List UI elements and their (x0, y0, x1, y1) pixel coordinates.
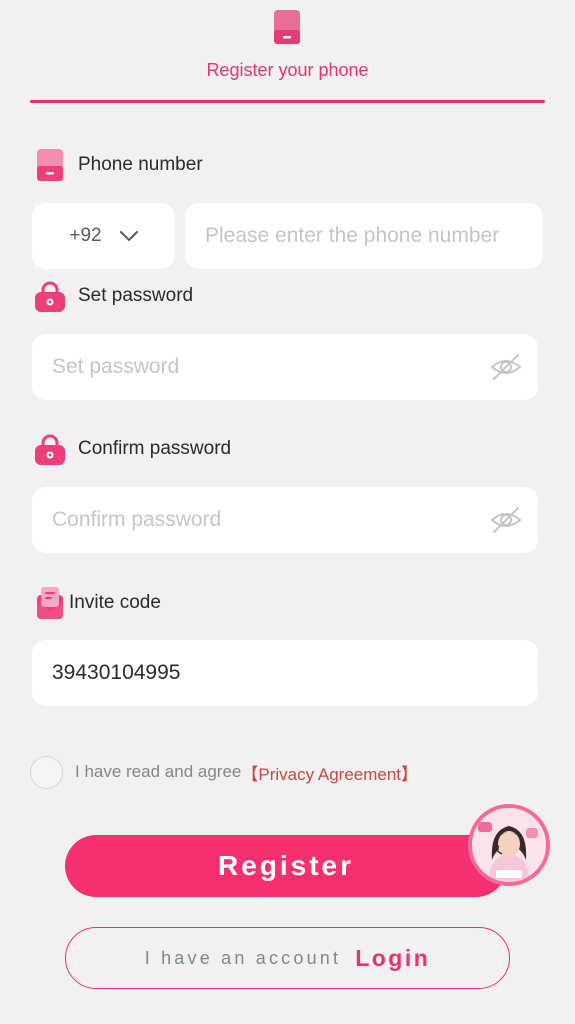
chevron-down-icon (119, 231, 138, 241)
password-input-box (32, 334, 538, 400)
country-code: +92 (69, 225, 102, 246)
lock-icon (35, 434, 65, 465)
privacy-agreement-link[interactable]: 【Privacy Agreement】 (241, 760, 418, 785)
confirm-password-input[interactable] (32, 508, 538, 532)
register-page: Register your phone Phone number +92 Ple… (0, 0, 575, 1024)
login-button[interactable]: I have an account Login (65, 927, 510, 989)
confirm-password-label: Confirm password (78, 438, 232, 459)
invite-label: Invite code (69, 592, 161, 613)
confirm-password-label-row: Confirm password (34, 431, 231, 467)
tab-underline (30, 100, 545, 103)
register-button[interactable]: Register (65, 835, 507, 897)
support-agent-icon (472, 808, 546, 882)
agreement-text: I have read and agree (75, 762, 242, 781)
phone-input-box (185, 203, 543, 269)
agreement-row: I have read and agree 【Privacy Agreement… (30, 755, 418, 789)
password-label: Set password (78, 285, 194, 306)
phone-icon (274, 10, 300, 44)
invite-icon (37, 587, 63, 619)
password-label-row: Set password (34, 278, 193, 314)
have-account-text: I have an account (144, 947, 342, 968)
password-input[interactable] (32, 355, 538, 379)
phone-label: Phone number (78, 154, 203, 175)
country-code-select[interactable]: +92 (32, 203, 175, 269)
phone-input[interactable] (185, 224, 543, 248)
phone-icon (37, 149, 63, 181)
login-text: Login (355, 944, 431, 971)
eye-off-icon[interactable] (490, 505, 522, 535)
confirm-password-input-box (32, 487, 538, 553)
invite-code-input[interactable] (32, 661, 538, 685)
agreement-checkbox[interactable] (30, 755, 63, 789)
eye-off-icon[interactable] (490, 352, 522, 382)
tab-label: Register your phone (206, 60, 369, 80)
customer-support-avatar[interactable] (468, 804, 550, 886)
tab-register-phone[interactable]: Register your phone (30, 0, 545, 104)
invite-input-box (32, 640, 538, 706)
phone-label-row: Phone number (34, 147, 203, 183)
invite-label-row: Invite code (34, 585, 161, 621)
lock-icon (35, 281, 65, 312)
